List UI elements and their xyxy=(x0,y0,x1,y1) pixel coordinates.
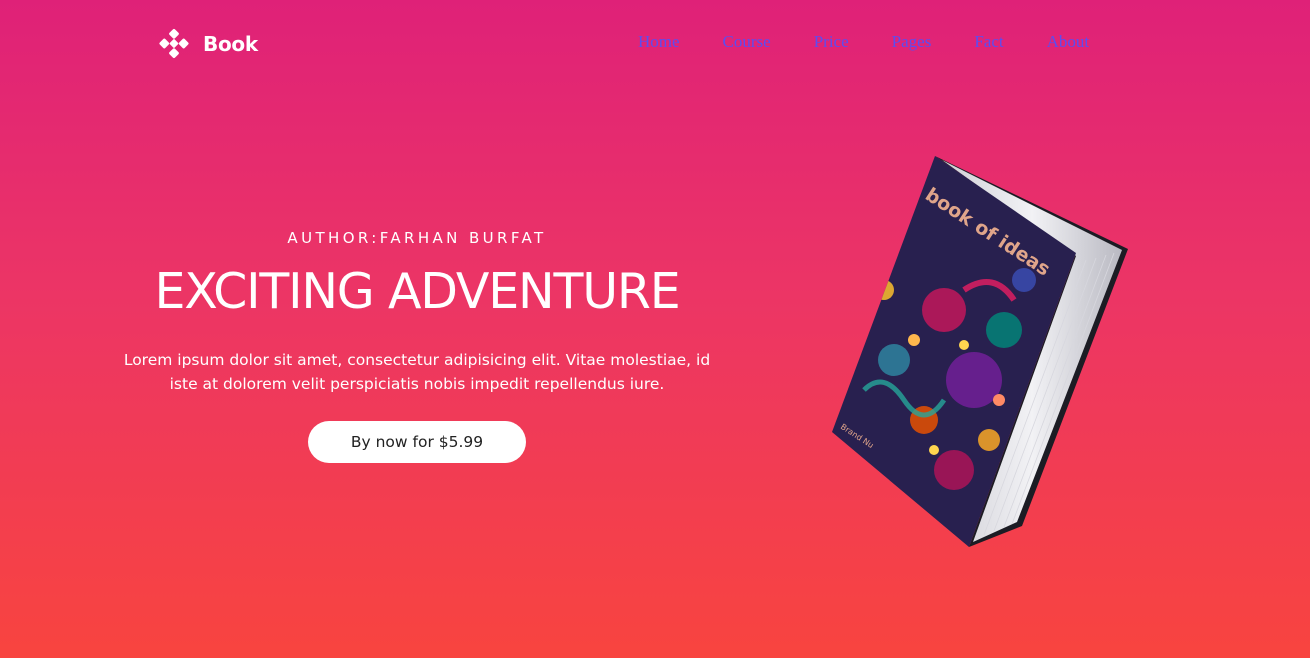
nav-link-course[interactable]: Course xyxy=(723,33,771,51)
nav-link-home[interactable]: Home xyxy=(638,33,680,51)
hero-section: AUTHOR:FARHAN BURFAT EXCITING ADVENTURE … xyxy=(110,228,724,463)
nav-link-price[interactable]: Price xyxy=(814,33,849,51)
main-nav: Home Course Price Pages Fact About xyxy=(638,33,1089,51)
nav-link-about[interactable]: About xyxy=(1047,33,1090,51)
nav-link-pages[interactable]: Pages xyxy=(892,33,932,51)
hero-title: EXCITING ADVENTURE xyxy=(154,263,681,320)
book-cover-image: book of ideas Brand Nu xyxy=(832,156,1128,547)
brand-logo[interactable]: Book xyxy=(158,28,258,59)
nav-link-fact[interactable]: Fact xyxy=(974,33,1003,51)
diamond-cluster-icon xyxy=(159,28,189,59)
hero-description: Lorem ipsum dolor sit amet, consectetur … xyxy=(123,351,711,393)
brand-name: Book xyxy=(203,31,258,56)
author-line: AUTHOR:FARHAN BURFAT xyxy=(287,229,547,247)
buy-now-button[interactable]: By now for $5.99 xyxy=(308,421,526,463)
navbar: Book Home Course Price Pages Fact About xyxy=(0,0,1310,84)
